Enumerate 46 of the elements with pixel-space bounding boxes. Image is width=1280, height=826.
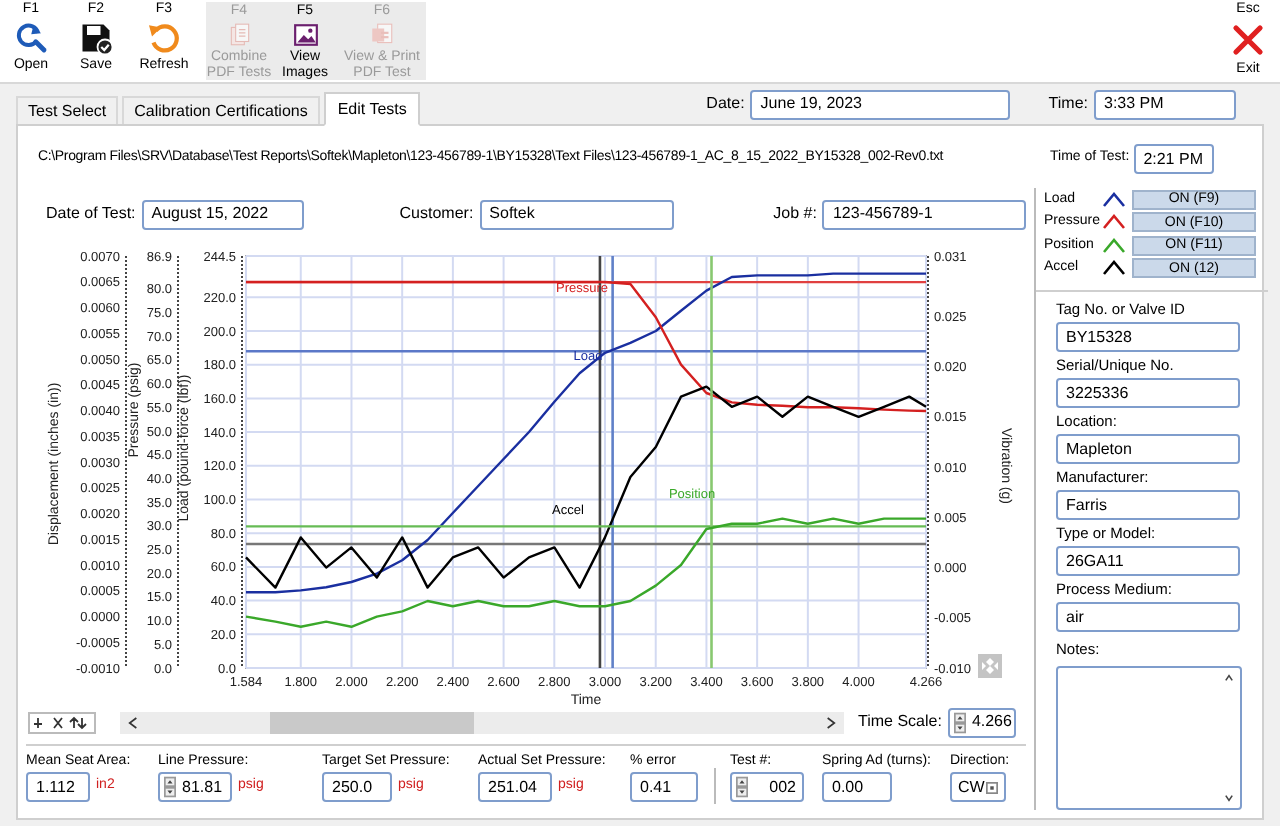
tab[interactable]: Calibration Certifications [122, 96, 320, 124]
refresh-icon [146, 20, 182, 56]
time-field[interactable]: 3:33 PM [1094, 89, 1236, 119]
text-field[interactable]: 251.04 [478, 772, 552, 802]
text-field[interactable]: Softek [479, 199, 674, 229]
time-scale-field[interactable]: 4.266 [947, 707, 1016, 737]
magnifier-icon [13, 20, 49, 56]
field-label: Time: [1048, 92, 1088, 116]
text-field[interactable]: 3225336 [1056, 378, 1240, 408]
scrollbar[interactable] [120, 711, 844, 733]
notes-field[interactable] [1056, 666, 1242, 810]
scroll-thumb[interactable] [270, 711, 474, 733]
spinner-field[interactable]: 002 [730, 772, 804, 802]
date-field[interactable]: June 19, 2023 [750, 89, 1011, 119]
field-label: Job #: [773, 202, 817, 226]
text-field[interactable]: 26GA11 [1056, 546, 1240, 576]
field-label: Customer: [399, 202, 474, 226]
time-field[interactable]: 2:21 PM [1133, 144, 1214, 174]
text-field[interactable]: air [1056, 602, 1240, 632]
chevron-left-icon [128, 715, 138, 729]
text-field[interactable]: 0.00 [822, 772, 892, 802]
text-field[interactable]: 1.112 [26, 772, 90, 802]
spinner-field[interactable]: 81.81 [158, 772, 232, 802]
spinner-icon [164, 776, 176, 798]
field-label: Date: [706, 92, 745, 116]
text-field[interactable]: August 15, 2022 [141, 199, 304, 229]
text-field[interactable]: 123-456789-1 [822, 199, 1027, 229]
tab[interactable]: Test Select [16, 96, 119, 124]
field-label: Date of Test: [46, 202, 136, 226]
tab[interactable]: Edit Tests [323, 92, 421, 126]
spinner-icon [953, 711, 966, 733]
text-field[interactable]: Farris [1056, 490, 1240, 520]
text-field[interactable]: Mapleton [1056, 434, 1240, 464]
spinner-icon [736, 776, 748, 798]
field-label: Time Scale: [858, 710, 942, 734]
text-field[interactable]: 0.41 [630, 772, 698, 802]
close-icon [1230, 22, 1266, 58]
scroll-up-icon [1224, 674, 1234, 682]
scroll-down-icon [1224, 794, 1234, 802]
zoom-tools-icon [28, 711, 96, 733]
move-icon [978, 654, 1002, 678]
dropdown-icon [986, 781, 998, 793]
text-field[interactable]: BY15328 [1056, 322, 1240, 352]
chevron-right-icon [826, 715, 836, 729]
text-field[interactable]: 250.0 [322, 772, 392, 802]
dropdown[interactable]: CW [950, 772, 1006, 802]
